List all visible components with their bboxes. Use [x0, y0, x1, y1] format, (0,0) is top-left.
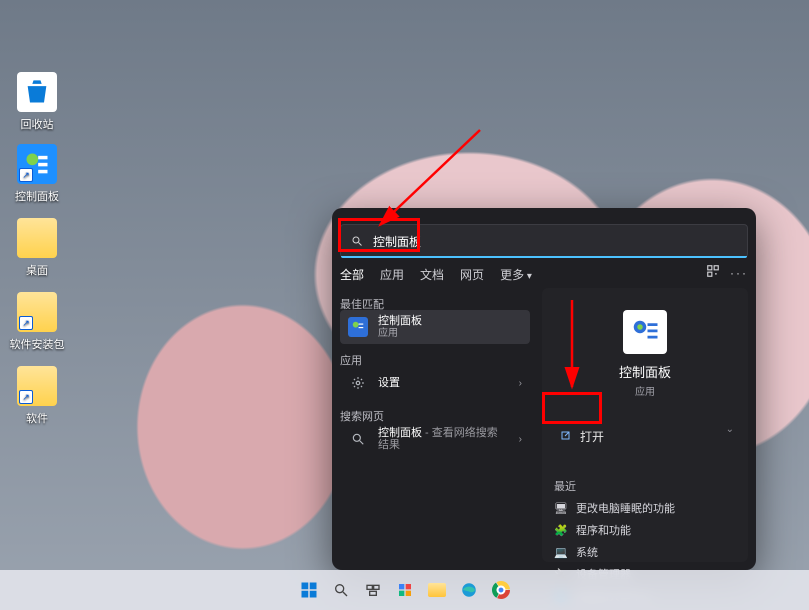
desktop-icon-recycle-bin[interactable]: 回收站	[2, 72, 72, 132]
tab-web[interactable]: 网页	[460, 266, 484, 283]
search-options-icon[interactable]	[706, 264, 720, 281]
control-panel-icon: ↗	[17, 144, 57, 184]
overflow-icon[interactable]: ···	[730, 266, 748, 280]
search-bar[interactable]	[340, 224, 748, 258]
desktop-icon-label: 桌面	[2, 262, 72, 278]
result-control-panel[interactable]: 控制面板 应用	[340, 310, 530, 344]
recent-heading: 最近	[554, 478, 736, 494]
widgets-button[interactable]	[392, 577, 418, 603]
monitor-icon: 🖥	[554, 501, 568, 515]
desktop-icon-label: 回收站	[2, 116, 72, 132]
folder-icon: ↗	[17, 366, 57, 406]
recent-item[interactable]: 🖥更改电脑睡眠的功能	[554, 500, 736, 516]
recent-item[interactable]: 🧩程序和功能	[554, 522, 736, 538]
explorer-button[interactable]	[424, 577, 450, 603]
result-title: 控制面板	[378, 315, 422, 327]
chevron-down-icon[interactable]: ⌄	[726, 424, 734, 435]
edge-button[interactable]	[456, 577, 482, 603]
recycle-bin-icon	[17, 72, 57, 112]
start-button[interactable]	[296, 577, 322, 603]
taskbar-search-button[interactable]	[328, 577, 354, 603]
open-action[interactable]: 打开	[554, 422, 736, 450]
details-pane: 控制面板 应用 打开 ⌄ 最近 🖥更改电脑睡眠的功能 🧩程序和功能 💻系统 🔌设…	[542, 288, 748, 562]
chrome-button[interactable]	[488, 577, 514, 603]
desktop-icon-label: 软件安装包	[2, 336, 72, 352]
desktop-icon-folder-1[interactable]: 桌面	[2, 218, 72, 278]
gear-icon	[348, 373, 368, 393]
programs-icon: 🧩	[554, 523, 568, 537]
shortcut-arrow-icon: ↗	[19, 316, 33, 330]
search-input[interactable]	[371, 233, 737, 249]
search-focus-underline	[341, 256, 747, 258]
details-app-title: 控制面板	[554, 362, 736, 381]
tab-all[interactable]: 全部	[340, 266, 364, 283]
desktop-icon-label: 软件	[2, 410, 72, 426]
task-view-button[interactable]	[360, 577, 386, 603]
search-icon	[348, 429, 368, 449]
search-tabs: 全部 应用 文档 网页 更多	[340, 266, 532, 283]
control-panel-icon	[348, 317, 368, 337]
details-app-icon	[623, 310, 667, 354]
result-title: 控制面板 - 查看网络搜索结果	[378, 427, 509, 451]
folder-icon: ↗	[17, 292, 57, 332]
search-flyout: 全部 应用 文档 网页 更多 ··· 最佳匹配 控制面板 应用 应用 设置 › …	[332, 208, 756, 570]
shortcut-arrow-icon: ↗	[19, 390, 33, 404]
system-icon: 💻	[554, 545, 568, 559]
taskbar	[0, 570, 809, 610]
result-settings[interactable]: 设置 ›	[340, 366, 530, 400]
desktop-icon-folder-3[interactable]: ↗ 软件	[2, 366, 72, 426]
chevron-right-icon: ›	[519, 434, 522, 445]
result-title: 设置	[378, 377, 400, 389]
chevron-right-icon: ›	[519, 378, 522, 389]
recent-item[interactable]: 💻系统	[554, 544, 736, 560]
tab-docs[interactable]: 文档	[420, 266, 444, 283]
open-label: 打开	[580, 428, 604, 445]
shortcut-arrow-icon: ↗	[19, 168, 33, 182]
desktop-icon-control-panel[interactable]: ↗ 控制面板	[2, 144, 72, 204]
tab-more[interactable]: 更多	[500, 266, 532, 283]
desktop-icon-folder-2[interactable]: ↗ 软件安装包	[2, 292, 72, 352]
desktop-icon-label: 控制面板	[2, 188, 72, 204]
open-icon	[560, 430, 572, 442]
tab-apps[interactable]: 应用	[380, 266, 404, 283]
details-app-type: 应用	[554, 383, 736, 398]
result-subtitle: 应用	[378, 328, 422, 339]
folder-icon	[17, 218, 57, 258]
result-web-search[interactable]: 控制面板 - 查看网络搜索结果 ›	[340, 422, 530, 456]
search-icon	[351, 235, 363, 247]
